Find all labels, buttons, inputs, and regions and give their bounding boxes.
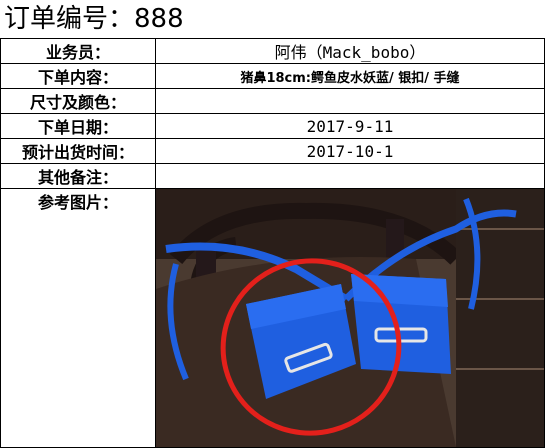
order-title: 订单编号：888	[4, 2, 184, 36]
row-size-color: 尺寸及颜色：	[0, 88, 545, 114]
label-salesperson: 业务员：	[0, 38, 156, 64]
order-number: 888	[134, 4, 184, 34]
row-order-date: 下单日期： 2017-9-11	[0, 113, 545, 139]
label-size-color: 尺寸及颜色：	[0, 88, 156, 114]
order-form-table: 业务员： 阿伟（Mack_bobo） 下单内容： 猪鼻18cm:鳄鱼皮水妖蓝/ …	[0, 38, 545, 448]
row-salesperson: 业务员： 阿伟（Mack_bobo）	[0, 38, 545, 64]
reference-photo	[156, 189, 544, 447]
row-reference-image: 参考图片：	[0, 188, 545, 448]
label-order-date: 下单日期：	[0, 113, 156, 139]
order-title-prefix: 订单编号：	[4, 4, 135, 34]
value-order-date: 2017-9-11	[155, 113, 545, 139]
value-order-content: 猪鼻18cm:鳄鱼皮水妖蓝/ 银扣/ 手缝	[155, 63, 545, 89]
value-salesperson: 阿伟（Mack_bobo）	[155, 38, 545, 64]
value-size-color	[155, 88, 545, 114]
row-remarks: 其他备注：	[0, 163, 545, 189]
label-remarks: 其他备注：	[0, 163, 156, 189]
reference-photo-drawing	[156, 189, 544, 447]
value-ship-date: 2017-10-1	[155, 138, 545, 164]
row-order-content: 下单内容： 猪鼻18cm:鳄鱼皮水妖蓝/ 银扣/ 手缝	[0, 63, 545, 89]
label-ship-date: 预计出货时间：	[0, 138, 156, 164]
value-remarks	[155, 163, 545, 189]
label-reference-image: 参考图片：	[0, 188, 156, 448]
row-ship-date: 预计出货时间： 2017-10-1	[0, 138, 545, 164]
reference-image-cell	[155, 188, 545, 448]
label-order-content: 下单内容：	[0, 63, 156, 89]
